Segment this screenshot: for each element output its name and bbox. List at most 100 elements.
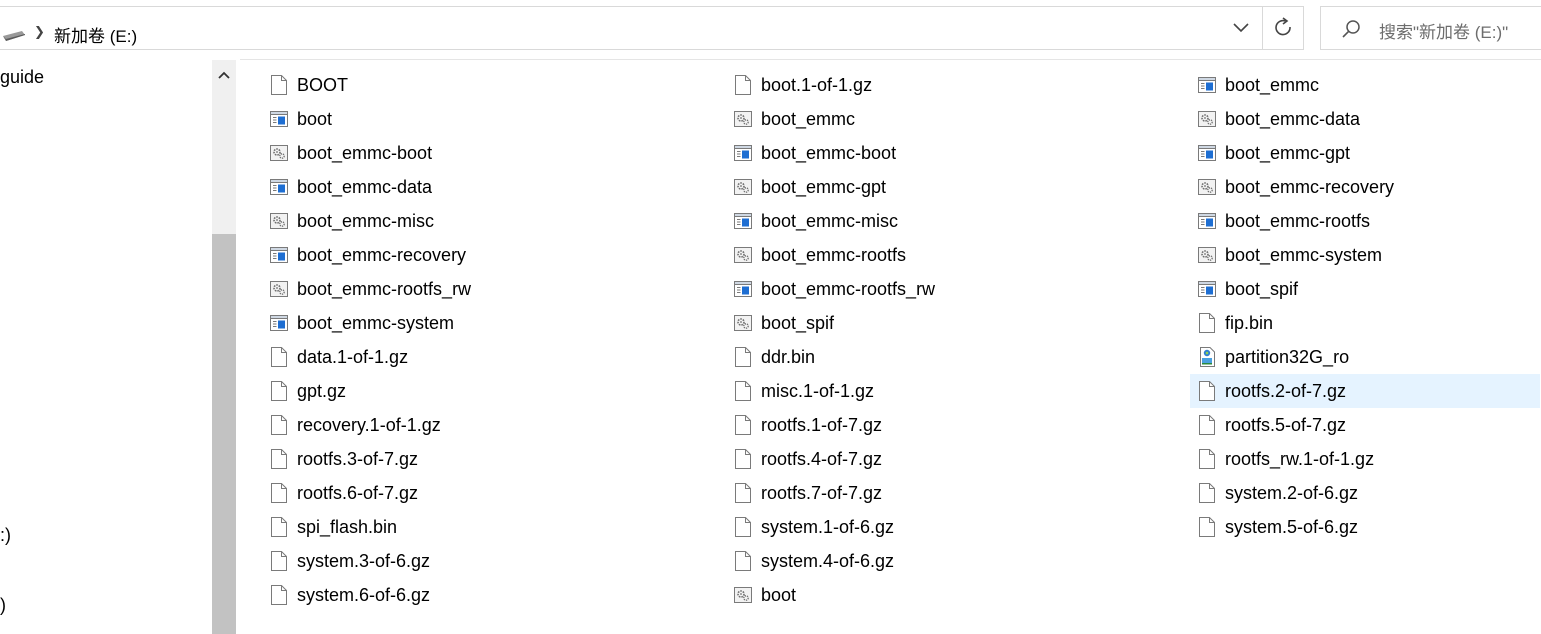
file-icon — [1198, 449, 1216, 469]
application-file-icon — [1198, 143, 1216, 163]
file-item[interactable]: misc.1-of-1.gz — [726, 374, 1166, 408]
file-item[interactable]: boot_emmc — [1190, 68, 1540, 102]
file-icon — [734, 483, 752, 503]
search-icon — [1342, 20, 1360, 38]
system-file-icon — [734, 585, 752, 605]
file-item[interactable]: boot_emmc-gpt — [1190, 136, 1540, 170]
file-item[interactable]: gpt.gz — [262, 374, 702, 408]
file-icon — [270, 585, 288, 605]
file-item[interactable]: system.6-of-6.gz — [262, 578, 702, 612]
file-name: boot_spif — [761, 312, 835, 333]
file-item[interactable]: boot — [726, 578, 1166, 612]
nav-scrollbar[interactable] — [212, 60, 236, 634]
file-name: boot.1-of-1.gz — [761, 74, 873, 95]
system-file-icon — [1198, 177, 1216, 197]
search-box[interactable]: 搜索"新加卷 (E:)" — [1320, 6, 1541, 50]
file-name: misc.1-of-1.gz — [761, 380, 875, 401]
file-item[interactable]: rootfs.2-of-7.gz — [1190, 374, 1540, 408]
file-name: partition32G_ro — [1225, 346, 1350, 367]
file-name: recovery.1-of-1.gz — [297, 414, 441, 435]
file-item[interactable]: boot_emmc-data — [262, 170, 702, 204]
file-icon — [1198, 517, 1216, 537]
file-name: boot_emmc-misc — [297, 210, 435, 231]
nav-item-guide[interactable]: guide — [0, 67, 44, 88]
file-item[interactable]: boot_emmc-rootfs_rw — [262, 272, 702, 306]
address-field[interactable]: ❯ 新加卷 (E:) — [0, 6, 1304, 50]
nav-item-drive-2[interactable]: ) — [0, 595, 6, 616]
file-name: rootfs.5-of-7.gz — [1225, 414, 1347, 435]
file-item[interactable]: boot_spif — [726, 306, 1166, 340]
file-item[interactable]: boot.1-of-1.gz — [726, 68, 1166, 102]
file-icon — [270, 381, 288, 401]
system-file-icon — [1198, 245, 1216, 265]
breadcrumb-current[interactable]: 新加卷 (E:) — [54, 22, 137, 47]
file-name: system.6-of-6.gz — [297, 584, 431, 605]
file-name: system.3-of-6.gz — [297, 550, 431, 571]
address-dropdown-button[interactable] — [1222, 6, 1260, 50]
file-item[interactable]: boot_emmc-system — [1190, 238, 1540, 272]
file-item[interactable]: boot_emmc — [726, 102, 1166, 136]
file-icon — [734, 551, 752, 571]
breadcrumb-chevron-icon[interactable]: ❯ — [34, 24, 45, 40]
file-item[interactable]: system.3-of-6.gz — [262, 544, 702, 578]
file-name: boot_emmc-data — [297, 176, 433, 197]
file-name: gpt.gz — [297, 380, 347, 401]
file-name: rootfs.7-of-7.gz — [761, 482, 883, 503]
file-item[interactable]: boot_emmc-boot — [726, 136, 1166, 170]
file-item[interactable]: rootfs.5-of-7.gz — [1190, 408, 1540, 442]
system-file-icon — [270, 279, 288, 299]
file-icon — [734, 517, 752, 537]
file-item[interactable]: boot_emmc-recovery — [1190, 170, 1540, 204]
file-item[interactable]: rootfs.1-of-7.gz — [726, 408, 1166, 442]
application-file-icon — [734, 211, 752, 231]
file-item[interactable]: system.5-of-6.gz — [1190, 510, 1540, 544]
file-name: rootfs_rw.1-of-1.gz — [1225, 448, 1375, 469]
file-icon — [1198, 313, 1216, 333]
address-bar: ❯ 新加卷 (E:) 搜索"新加卷 (E:)" — [0, 0, 1541, 60]
system-file-icon — [1198, 109, 1216, 129]
file-name: boot_emmc-rootfs — [761, 244, 907, 265]
file-item[interactable]: boot_emmc-data — [1190, 102, 1540, 136]
file-item[interactable]: system.4-of-6.gz — [726, 544, 1166, 578]
nav-item-drive[interactable]: :) — [0, 525, 11, 546]
file-item[interactable]: recovery.1-of-1.gz — [262, 408, 702, 442]
file-name: rootfs.2-of-7.gz — [1225, 380, 1347, 401]
file-item[interactable]: boot_emmc-rootfs_rw — [726, 272, 1166, 306]
file-item[interactable]: boot — [262, 102, 702, 136]
file-item[interactable]: boot_spif — [1190, 272, 1540, 306]
file-item[interactable]: boot_emmc-misc — [262, 204, 702, 238]
refresh-button[interactable] — [1262, 6, 1304, 50]
file-item[interactable]: rootfs.6-of-7.gz — [262, 476, 702, 510]
file-item[interactable]: boot_emmc-boot — [262, 136, 702, 170]
file-icon — [270, 449, 288, 469]
file-item[interactable]: boot_emmc-gpt — [726, 170, 1166, 204]
application-file-icon — [1198, 75, 1216, 95]
file-name: boot_emmc — [1225, 74, 1320, 95]
file-item[interactable]: boot_emmc-misc — [726, 204, 1166, 238]
file-name: boot_emmc-rootfs_rw — [297, 278, 472, 299]
file-item[interactable]: boot_emmc-rootfs — [726, 238, 1166, 272]
file-item[interactable]: data.1-of-1.gz — [262, 340, 702, 374]
file-item[interactable]: fip.bin — [1190, 306, 1540, 340]
file-item[interactable]: partition32G_ro — [1190, 340, 1540, 374]
file-item[interactable]: system.2-of-6.gz — [1190, 476, 1540, 510]
file-item[interactable]: rootfs.3-of-7.gz — [262, 442, 702, 476]
file-item[interactable]: system.1-of-6.gz — [726, 510, 1166, 544]
file-item[interactable]: boot_emmc-recovery — [262, 238, 702, 272]
file-item[interactable]: BOOT — [262, 68, 702, 102]
drive-icon — [3, 31, 25, 41]
file-item[interactable]: rootfs.4-of-7.gz — [726, 442, 1166, 476]
file-name: boot_emmc-boot — [297, 142, 433, 163]
file-item[interactable]: rootfs.7-of-7.gz — [726, 476, 1166, 510]
file-icon — [270, 483, 288, 503]
file-item[interactable]: boot_emmc-system — [262, 306, 702, 340]
search-input[interactable]: 搜索"新加卷 (E:)" — [1379, 18, 1508, 43]
file-item[interactable]: boot_emmc-rootfs — [1190, 204, 1540, 238]
file-item[interactable]: ddr.bin — [726, 340, 1166, 374]
scroll-up-button[interactable] — [212, 64, 236, 86]
file-item[interactable]: spi_flash.bin — [262, 510, 702, 544]
scroll-thumb[interactable] — [212, 234, 236, 634]
file-icon — [1198, 381, 1216, 401]
system-file-icon — [270, 211, 288, 231]
file-item[interactable]: rootfs_rw.1-of-1.gz — [1190, 442, 1540, 476]
